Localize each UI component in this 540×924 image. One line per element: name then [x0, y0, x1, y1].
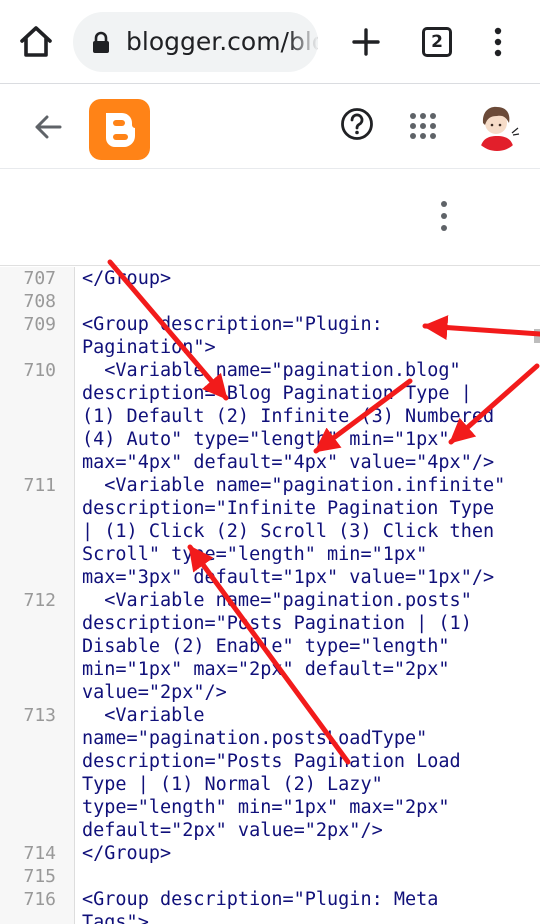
blogger-header — [0, 85, 540, 169]
html-code-editor[interactable]: 707 </Group> 708 709 <Group description=… — [0, 267, 540, 924]
tab-switcher-button[interactable]: 2 — [422, 27, 452, 57]
code-text[interactable]: <Group description="Plugin: Pagination"> — [82, 313, 383, 359]
more-vert-icon[interactable] — [488, 26, 508, 58]
editor-toolbar — [0, 170, 540, 266]
editor-scrollbar-thumb[interactable] — [534, 329, 540, 343]
browser-toolbar: blogger.com/blog 2 — [0, 0, 540, 84]
line-number: 714 — [23, 843, 56, 864]
line-number: 715 — [23, 866, 56, 887]
blogger-b-icon — [106, 113, 135, 147]
code-text[interactable]: </Group> — [82, 267, 171, 290]
plus-icon[interactable] — [350, 26, 382, 58]
code-text[interactable]: <Variable name="pagination.posts" descri… — [82, 589, 472, 704]
code-text[interactable]: <Variable name="pagination.infinite" des… — [82, 474, 505, 589]
user-avatar[interactable] — [472, 101, 522, 151]
line-number: 711 — [23, 475, 56, 496]
lock-icon — [93, 31, 109, 53]
line-number: 713 — [23, 705, 56, 726]
url-fade — [288, 12, 318, 72]
code-text[interactable]: <Group description="Plugin: Meta Tags"> — [82, 888, 438, 924]
home-icon[interactable] — [16, 22, 56, 62]
line-number: 716 — [23, 889, 56, 910]
arrow-back-icon[interactable] — [30, 109, 66, 145]
line-number: 707 — [23, 268, 56, 289]
line-number: 708 — [23, 291, 56, 312]
line-number: 710 — [23, 360, 56, 381]
code-text[interactable]: <Variable name="pagination.blog" descrip… — [82, 359, 494, 474]
code-text[interactable]: <Variable name="pagination.postsLoadType… — [82, 704, 461, 842]
code-text[interactable]: </Group> — [82, 842, 171, 865]
apps-grid-icon[interactable] — [409, 112, 437, 140]
line-number: 712 — [23, 590, 56, 611]
address-bar[interactable]: blogger.com/blog — [73, 12, 318, 72]
help-circle-icon[interactable] — [340, 107, 374, 141]
blogger-logo[interactable] — [89, 99, 150, 160]
more-vert-icon[interactable] — [434, 198, 454, 234]
line-number: 709 — [23, 314, 56, 335]
